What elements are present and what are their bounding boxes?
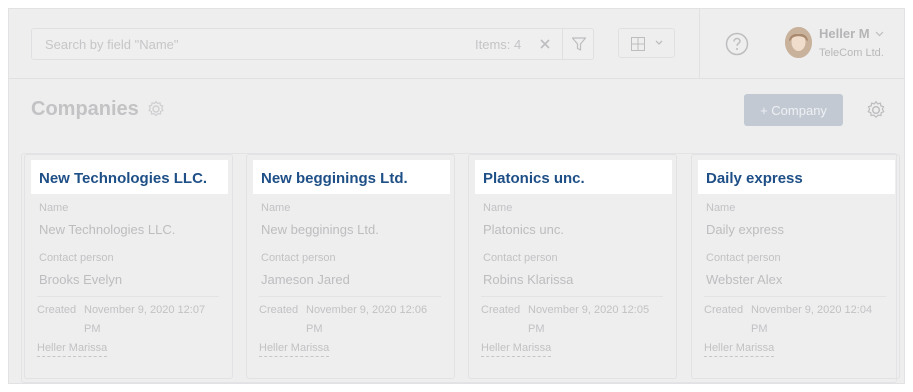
- items-count: Items: 4: [475, 37, 522, 52]
- card-header: Platonics unc.: [475, 160, 672, 194]
- contact-label: Contact person: [483, 252, 558, 264]
- name-label: Name: [706, 202, 736, 214]
- contact-label: Contact person: [261, 252, 336, 264]
- add-company-button[interactable]: + Company: [744, 94, 843, 126]
- user-name[interactable]: Heller M: [819, 26, 870, 41]
- name-label: Name: [483, 202, 513, 214]
- search-box: Items: 4: [31, 28, 594, 60]
- company-card[interactable]: New Technologies LLC. Name New Technolog…: [24, 154, 233, 379]
- created-date: November 9, 2020 12:06 PM: [306, 304, 428, 335]
- author-link[interactable]: Heller Marissa: [259, 342, 330, 357]
- author-link[interactable]: Heller Marissa: [37, 342, 108, 357]
- created-date: November 9, 2020 12:05 PM: [528, 304, 650, 335]
- view-mode-button[interactable]: [618, 28, 675, 58]
- card-header: New Technologies LLC.: [31, 160, 228, 194]
- page-title: Companies: [31, 98, 139, 120]
- filter-button[interactable]: [562, 29, 593, 59]
- card-title-link[interactable]: New Technologies LLC.: [39, 170, 207, 187]
- card-title-link[interactable]: Daily express: [706, 170, 803, 187]
- author-link[interactable]: Heller Marissa: [704, 342, 775, 357]
- search-input[interactable]: [32, 29, 462, 59]
- author-link[interactable]: Heller Marissa: [481, 342, 552, 357]
- card-divider: [37, 296, 219, 297]
- card-header: Daily express: [698, 160, 895, 194]
- created-label: Created: [37, 304, 77, 316]
- name-value: Platonics unc.: [483, 222, 564, 237]
- card-divider: [704, 296, 886, 297]
- name-value: New Technologies LLC.: [39, 222, 176, 237]
- chevron-down-icon[interactable]: [875, 31, 884, 37]
- card-divider: [481, 296, 663, 297]
- name-label: Name: [39, 202, 69, 214]
- filter-icon: [571, 37, 587, 51]
- name-value: New begginings Ltd.: [261, 222, 379, 237]
- cards-board: New Technologies LLC. Name New Technolog…: [21, 153, 900, 383]
- created-label: Created: [481, 304, 521, 316]
- grid-view-icon: [631, 37, 645, 51]
- gear-icon[interactable]: [866, 100, 886, 120]
- created-label: Created: [259, 304, 299, 316]
- header-divider: [699, 9, 700, 79]
- company-card[interactable]: Daily express Name Daily express Contact…: [691, 154, 900, 379]
- company-card[interactable]: New begginings Ltd. Name New begginings …: [246, 154, 455, 379]
- avatar[interactable]: [785, 27, 812, 58]
- contact-label: Contact person: [706, 252, 781, 264]
- chevron-down-icon: [655, 40, 663, 45]
- contact-value: Webster Alex: [706, 272, 783, 287]
- created-label: Created: [704, 304, 744, 316]
- contact-value: Jameson Jared: [261, 272, 350, 287]
- contact-label: Contact person: [39, 252, 114, 264]
- card-title-link[interactable]: Platonics unc.: [483, 170, 585, 187]
- company-card[interactable]: Platonics unc. Name Platonics unc. Conta…: [468, 154, 677, 379]
- app-window: Items: 4 Heller M TeleCom Ltd. Companies…: [8, 8, 905, 384]
- card-title-link[interactable]: New begginings Ltd.: [261, 170, 408, 187]
- top-bar: Items: 4 Heller M TeleCom Ltd.: [9, 9, 904, 79]
- card-divider: [259, 296, 441, 297]
- name-label: Name: [261, 202, 291, 214]
- card-header: New begginings Ltd.: [253, 160, 450, 194]
- contact-value: Brooks Evelyn: [39, 272, 123, 287]
- clear-icon[interactable]: [537, 36, 553, 52]
- user-company: TeleCom Ltd.: [819, 47, 884, 59]
- contact-value: Robins Klarissa: [483, 272, 574, 287]
- created-date: November 9, 2020 12:04 PM: [751, 304, 873, 335]
- created-date: November 9, 2020 12:07 PM: [84, 304, 206, 335]
- help-icon[interactable]: [725, 32, 749, 56]
- name-value: Daily express: [706, 222, 785, 237]
- gear-icon[interactable]: [147, 100, 165, 118]
